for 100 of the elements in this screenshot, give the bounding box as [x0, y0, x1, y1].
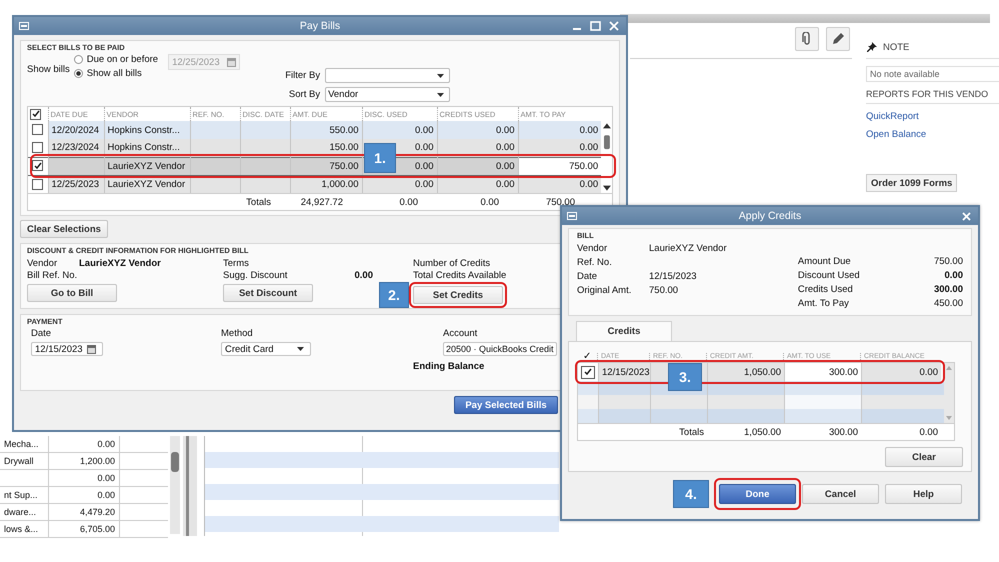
vendor-name: Drywall — [4, 456, 34, 466]
note-heading: NOTE — [883, 42, 910, 53]
field-value: 450.00 — [934, 298, 963, 308]
account-label: Account — [443, 328, 478, 339]
terms-label: Terms — [223, 258, 249, 268]
table-cell: 1,050.00 — [707, 363, 784, 381]
window-menu-icon[interactable] — [19, 22, 29, 30]
column-header[interactable]: ✓ — [583, 351, 591, 362]
dialog-button[interactable]: Done — [719, 484, 796, 504]
dialog-button[interactable]: Help — [885, 484, 962, 504]
dialog-button[interactable]: Cancel — [802, 484, 879, 504]
totals-label: Totals — [245, 196, 272, 208]
checkbox[interactable] — [30, 108, 41, 120]
vendor-balance: 6,705.00 — [80, 524, 115, 534]
table-cell: 0.00 — [437, 121, 518, 139]
vendor-balance: 1,200.00 — [80, 456, 115, 466]
note-field[interactable]: No note available — [866, 66, 999, 82]
vendor-balance: 4,479.20 — [80, 507, 115, 517]
total-value: 0.00 — [480, 196, 500, 208]
caret-icon — [437, 74, 444, 78]
field-value: 0.00 — [944, 270, 963, 280]
set-credits-button[interactable]: Set Credits — [413, 286, 503, 304]
checkbox[interactable] — [32, 178, 44, 190]
vendor-name: Mecha... — [4, 439, 39, 449]
method-label: Method — [221, 328, 254, 339]
close-icon[interactable] — [962, 212, 971, 220]
total-value: 300.00 — [828, 426, 859, 438]
sugg-discount-value: 0.00 — [354, 270, 373, 280]
window-menu-icon[interactable] — [567, 212, 577, 220]
table-cell: 12/15/2023 — [598, 363, 650, 381]
scrollbar[interactable] — [170, 436, 180, 534]
calendar-icon[interactable] — [87, 344, 96, 354]
table-cell: 750.00 — [518, 157, 602, 175]
clear-selections-button[interactable]: Clear Selections — [20, 220, 108, 238]
table-cell — [240, 157, 290, 175]
field-label: Ref. No. — [577, 256, 613, 268]
checkbox[interactable] — [32, 160, 44, 172]
attach-button[interactable] — [795, 27, 819, 51]
table-cell: LaurieXYZ Vendor — [104, 157, 190, 175]
table-cell: 0.00 — [362, 121, 437, 139]
total-value: 1,050.00 — [743, 426, 782, 438]
report-link[interactable]: Open Balance — [866, 129, 926, 140]
step-number: 3. — [668, 363, 702, 391]
show-bills-label: Show bills — [27, 64, 70, 75]
clear-button[interactable]: Clear — [885, 447, 963, 467]
splitter[interactable] — [183, 436, 197, 536]
table-cell: 12/20/2024 — [48, 121, 104, 139]
field-value: 300.00 — [934, 284, 963, 294]
checkbox[interactable] — [32, 124, 44, 136]
order-forms-button[interactable]: Order 1099 Forms — [866, 174, 958, 192]
credits-available-label: Total Credits Available — [413, 270, 506, 280]
vendor-name: lows &... — [4, 524, 38, 534]
reports-heading: REPORTS FOR THIS VENDO — [866, 89, 988, 99]
field-label: Original Amt. — [577, 284, 632, 296]
total-value: 0.00 — [398, 196, 419, 208]
checkbox[interactable] — [581, 366, 595, 378]
totals-label: Totals — [678, 426, 705, 438]
window-title: Pay Bills — [300, 20, 340, 32]
sort-dropdown[interactable]: Vendor — [325, 87, 450, 102]
vendor-balance: 0.00 — [97, 439, 115, 449]
table-cell: 750.00 — [290, 157, 362, 175]
vendor-name: LaurieXYZ Vendor — [79, 258, 161, 268]
pay-selected-bills-button[interactable]: Pay Selected Bills — [454, 396, 558, 414]
window-title: Apply Credits — [738, 210, 802, 222]
field-value: 750.00 — [649, 284, 678, 296]
caret-icon — [437, 92, 444, 96]
table-cell: 0.00 — [437, 157, 518, 175]
close-icon[interactable] — [609, 21, 619, 31]
total-value: 750.00 — [544, 196, 576, 208]
field-label: Amt. To Pay — [798, 298, 850, 308]
step-number: 1. — [364, 143, 396, 173]
sugg-discount-label: Sugg. Discount — [223, 270, 288, 280]
method-dropdown[interactable]: Credit Card — [221, 342, 311, 356]
vendor-balance: 0.00 — [97, 473, 115, 483]
scrollbar[interactable] — [602, 121, 612, 193]
pushpin-icon — [866, 42, 877, 53]
field-value: 12/15/2023 — [649, 270, 697, 282]
account-dropdown[interactable]: 20500 · QuickBooks Credit — [443, 342, 557, 356]
date-field[interactable]: 12/15/2023 — [31, 342, 103, 356]
checkbox[interactable] — [32, 142, 44, 154]
table-cell — [190, 157, 240, 175]
total-value: 24,927.72 — [300, 196, 344, 208]
maximize-icon[interactable] — [590, 21, 601, 31]
edit-button[interactable] — [826, 27, 850, 51]
total-value: 0.00 — [918, 426, 939, 438]
table-cell: 300.00 — [784, 363, 861, 381]
report-link[interactable]: QuickReport — [866, 111, 919, 122]
table-cell: 0.00 — [861, 363, 941, 381]
credits-tab[interactable]: Credits — [576, 321, 672, 341]
set-discount-button[interactable]: Set Discount — [223, 284, 313, 302]
table-cell: 0.00 — [518, 121, 602, 139]
table-cell: 550.00 — [290, 121, 362, 139]
field-label: Date — [577, 270, 598, 282]
scrollbar[interactable] — [944, 363, 954, 423]
radio-option[interactable]: Due on or before — [74, 54, 158, 65]
radio-option[interactable]: Show all bills — [74, 68, 158, 79]
paperclip-icon — [802, 32, 812, 46]
table-cell — [240, 121, 290, 139]
go-to-bill-button[interactable]: Go to Bill — [27, 284, 117, 302]
step-number: 2. — [379, 282, 409, 308]
